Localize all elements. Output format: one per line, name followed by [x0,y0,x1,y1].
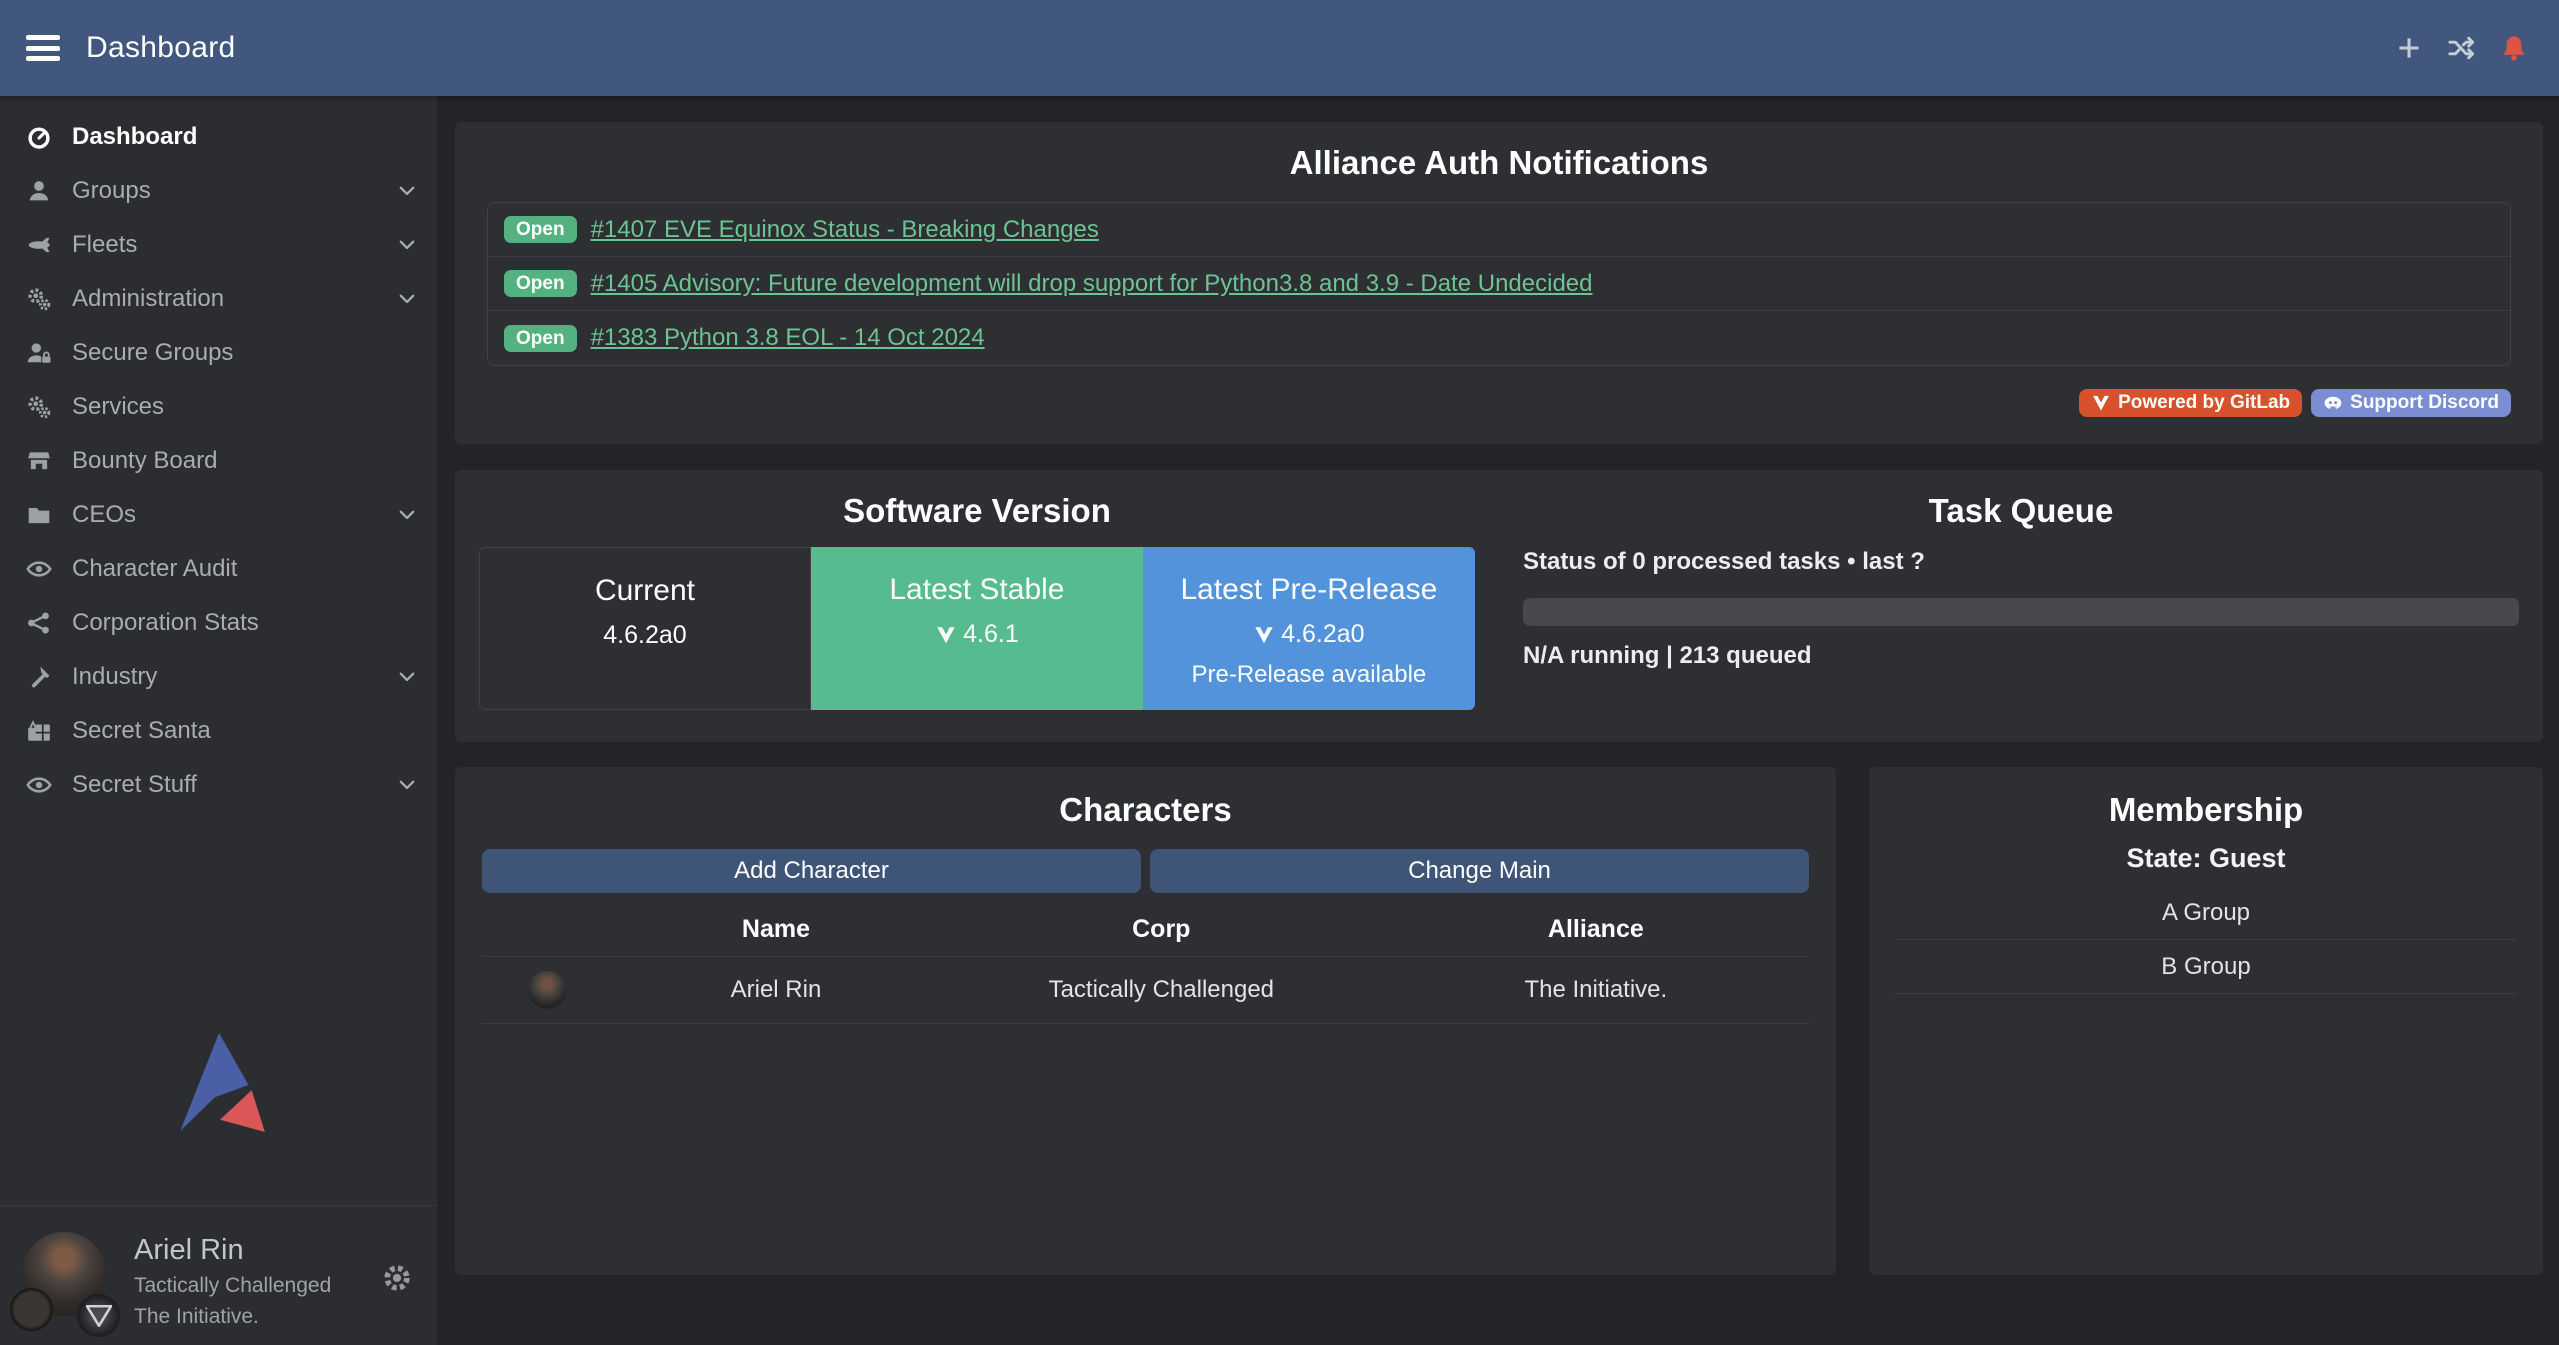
character-portrait [528,971,566,1009]
software-version-title: Software Version [479,492,1475,530]
prerelease-note: Pre-Release available [1143,661,1475,689]
sidebar-item-dashboard[interactable]: Dashboard [0,110,437,164]
alliance-auth-logo [163,1031,275,1133]
sidebar-item-administration[interactable]: Administration [0,272,437,326]
character-alliance: The Initiative. [1383,976,1809,1004]
chevron-down-icon [397,289,417,309]
status-badge: Open [504,216,577,243]
eye-icon [25,772,53,798]
chevron-down-icon [397,181,417,201]
sidebar-item-services[interactable]: Services [0,380,437,434]
task-queue-title: Task Queue [1523,492,2519,530]
gears-icon [25,394,53,420]
group-row: B Group [1895,940,2517,994]
task-queue-counts: N/A running | 213 queued [1523,642,2519,670]
main-content: Alliance Auth Notifications Open #1407 E… [437,96,2559,1345]
character-corp: Tactically Challenged [940,976,1383,1004]
membership-state: State: Guest [1895,843,2517,874]
sidebar-item-groups[interactable]: Groups [0,164,437,218]
status-badge: Open [504,325,577,352]
task-queue-section: Task Queue Status of 0 processed tasks •… [1499,470,2543,742]
version-stable-box: Latest Stable 4.6.1 [811,547,1143,710]
gifts-icon [25,718,53,744]
corp-logo [10,1288,53,1331]
user-lock-icon [25,340,53,366]
membership-group-list: A Group B Group [1895,886,2517,994]
sidebar-item-industry[interactable]: Industry [0,650,437,704]
support-discord-badge[interactable]: Support Discord [2311,389,2511,417]
software-version-section: Software Version Current 4.6.2a0 Latest … [455,470,1499,742]
membership-title: Membership [1895,791,2517,829]
hammer-icon [25,664,53,690]
gitlab-icon [1253,624,1275,646]
notification-item: Open #1405 Advisory: Future development … [488,257,2510,311]
user-alliance: The Initiative. [134,1305,421,1329]
change-main-button[interactable]: Change Main [1150,849,1809,893]
characters-panel: Characters Add Character Change Main Nam… [455,767,1836,1275]
column-header-alliance: Alliance [1383,915,1809,944]
task-queue-progressbar [1523,598,2519,626]
discord-icon [2323,393,2343,413]
sidebar-item-secret-santa[interactable]: Secret Santa [0,704,437,758]
notification-item: Open #1407 EVE Equinox Status - Breaking… [488,203,2510,257]
group-row: A Group [1895,886,2517,940]
version-current-box: Current 4.6.2a0 [479,547,811,710]
column-header-name: Name [612,915,940,944]
user-icon [25,178,53,204]
gauge-icon [25,124,53,150]
sidebar-item-bounty-board[interactable]: Bounty Board [0,434,437,488]
notification-link[interactable]: #1383 Python 3.8 EOL - 14 Oct 2024 [591,324,985,352]
chevron-down-icon [397,775,417,795]
notifications-panel: Alliance Auth Notifications Open #1407 E… [455,122,2543,444]
share-nodes-icon [25,610,53,636]
page-title: Dashboard [86,31,235,65]
sidebar-item-secret-stuff[interactable]: Secret Stuff [0,758,437,812]
user-corp: Tactically Challenged [134,1274,421,1298]
column-header-corp: Corp [940,915,1383,944]
chevron-down-icon [397,235,417,255]
notification-item: Open #1383 Python 3.8 EOL - 14 Oct 2024 [488,311,2510,365]
fighter-jet-icon [25,232,53,258]
sidebar-item-fleets[interactable]: Fleets [0,218,437,272]
sidebar-item-ceos[interactable]: CEOs [0,488,437,542]
settings-gear-icon[interactable] [381,1262,413,1294]
store-icon [25,448,53,474]
status-badge: Open [504,270,577,297]
characters-title: Characters [482,791,1809,829]
gitlab-icon [2091,393,2111,413]
sidebar: Dashboard Groups Fleets Administration S… [0,96,437,1345]
version-prerelease-box: Latest Pre-Release 4.6.2a0 Pre-Release a… [1143,547,1475,710]
gears-icon [25,286,53,312]
notification-link[interactable]: #1405 Advisory: Future development will … [591,270,1593,298]
user-name: Ariel Rin [134,1234,421,1267]
characters-table-header: Name Corp Alliance [482,915,1809,957]
alliance-logo [77,1294,120,1337]
user-panel: Ariel Rin Tactically Challenged The Init… [0,1205,437,1345]
chevron-down-icon [397,667,417,687]
character-name: Ariel Rin [612,976,940,1004]
shuffle-icon[interactable] [2447,34,2475,62]
add-icon[interactable] [2395,34,2423,62]
menu-toggle-icon[interactable] [26,35,60,61]
eye-icon [25,556,53,582]
sidebar-item-character-audit[interactable]: Character Audit [0,542,437,596]
notifications-list: Open #1407 EVE Equinox Status - Breaking… [487,202,2511,366]
membership-panel: Membership State: Guest A Group B Group [1869,767,2543,1275]
top-bar: Dashboard [0,0,2559,96]
notifications-title: Alliance Auth Notifications [487,144,2511,182]
character-table-row: Ariel Rin Tactically Challenged The Init… [482,957,1809,1024]
notification-link[interactable]: #1407 EVE Equinox Status - Breaking Chan… [591,216,1099,244]
powered-by-gitlab-badge[interactable]: Powered by GitLab [2079,389,2302,417]
sidebar-item-secure-groups[interactable]: Secure Groups [0,326,437,380]
task-queue-status: Status of 0 processed tasks • last ? [1523,548,2519,576]
gitlab-icon [935,624,957,646]
version-taskqueue-panel: Software Version Current 4.6.2a0 Latest … [455,470,2543,742]
add-character-button[interactable]: Add Character [482,849,1141,893]
sidebar-item-corporation-stats[interactable]: Corporation Stats [0,596,437,650]
folder-icon [25,502,53,528]
notifications-bell-icon[interactable] [2499,33,2529,63]
chevron-down-icon [397,505,417,525]
